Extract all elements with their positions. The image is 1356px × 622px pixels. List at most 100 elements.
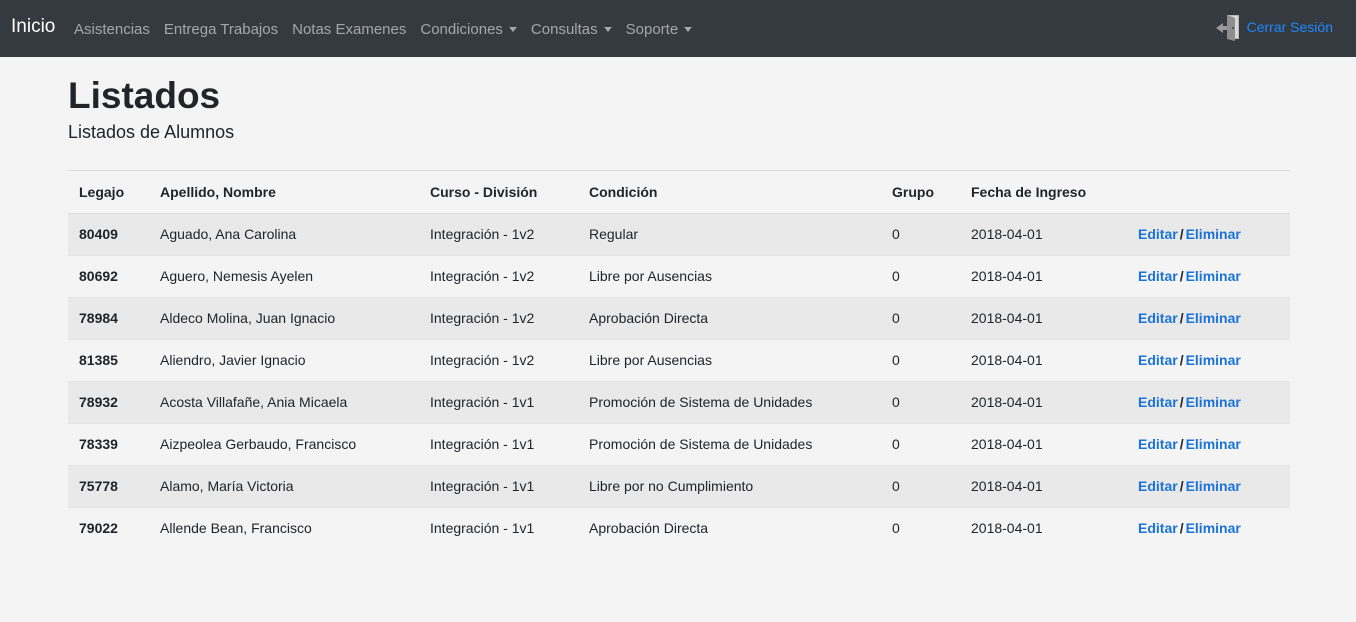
nav-item-label: Entrega Trabajos — [163, 20, 279, 38]
delete-link[interactable]: Eliminar — [1186, 268, 1241, 284]
cell-fecha-ingreso: 2018-04-01 — [960, 212, 1127, 255]
cell-curso-division: Integración - 1v2 — [419, 254, 578, 297]
header-condicion: Condición — [578, 171, 881, 214]
nav-item-entrega-trabajos[interactable]: Entrega Trabajos — [157, 21, 285, 38]
logout-label: Cerrar Sesión — [1246, 19, 1333, 35]
action-separator: / — [1179, 268, 1184, 284]
cell-condicion: Libre por no Cumplimiento — [578, 464, 881, 507]
nav-item-label: Notas Examenes — [292, 20, 407, 38]
edit-link[interactable]: Editar — [1138, 352, 1178, 368]
cell-curso-division: Integración - 1v1 — [419, 464, 578, 507]
action-separator: / — [1179, 478, 1184, 494]
caret-down-icon — [603, 26, 612, 32]
cell-grupo: 0 — [881, 422, 960, 465]
cell-actions: Editar / Eliminar — [1127, 338, 1290, 381]
cell-fecha-ingreso: 2018-04-01 — [960, 422, 1127, 465]
action-separator: / — [1179, 352, 1184, 368]
cell-apellido-nombre: Acosta Villafañe, Ania Micaela — [149, 380, 419, 423]
nav-item-asistencias[interactable]: Asistencias — [67, 21, 157, 38]
cell-condicion: Promoción de Sistema de Unidades — [578, 380, 881, 423]
cell-apellido-nombre: Aliendro, Javier Ignacio — [149, 338, 419, 381]
cell-actions: Editar / Eliminar — [1127, 464, 1290, 507]
delete-link[interactable]: Eliminar — [1186, 520, 1241, 536]
cell-actions: Editar / Eliminar — [1127, 422, 1290, 465]
action-separator: / — [1179, 520, 1184, 537]
action-separator: / — [1179, 436, 1184, 452]
cell-condicion: Regular — [578, 212, 881, 255]
table-row: 78984 Aldeco Molina, Juan Ignacio Integrac… — [68, 296, 1290, 339]
cell-curso-division: Integración - 1v1 — [419, 422, 578, 465]
nav-item-notas-examenes[interactable]: Notas Examenes — [285, 21, 413, 38]
action-separator: / — [1179, 226, 1184, 242]
cell-fecha-ingreso: 2018-04-01 — [960, 380, 1127, 423]
edit-link[interactable]: Editar — [1138, 478, 1178, 494]
header-fecha-ingreso: Fecha de Ingreso — [960, 171, 1127, 214]
nav-dropdown-consultas[interactable]: Consultas — [524, 21, 619, 38]
nav-menu: Asistencias Entrega Trabajos Notas Exame… — [67, 19, 699, 39]
edit-link[interactable]: Editar — [1138, 310, 1178, 326]
cell-curso-division: Integración - 1v2 — [419, 296, 578, 339]
logout-door-icon — [1215, 15, 1239, 41]
header-grupo: Grupo — [881, 171, 960, 214]
cell-grupo: 0 — [881, 212, 960, 255]
table-row: 80692 Aguero, Nemesis Ayelen Integración -… — [68, 254, 1290, 297]
nav-dropdown-condiciones[interactable]: Condiciones — [413, 21, 524, 38]
cell-actions: Editar / Eliminar — [1127, 380, 1290, 423]
delete-link[interactable]: Eliminar — [1186, 436, 1241, 452]
edit-link[interactable]: Editar — [1138, 520, 1178, 536]
cell-legajo: 78932 — [68, 380, 149, 423]
delete-link[interactable]: Eliminar — [1186, 352, 1241, 368]
cell-legajo: 80692 — [68, 254, 149, 297]
nav-item-label: Asistencias — [74, 20, 150, 38]
nav-item-label: Condiciones — [420, 20, 503, 38]
cell-actions: Editar / Eliminar — [1127, 254, 1290, 297]
delete-link[interactable]: Eliminar — [1186, 478, 1241, 494]
table-row: 80409 Aguado, Ana Carolina Integración - 1… — [68, 212, 1290, 255]
cell-apellido-nombre: Allende Bean, Francisco — [149, 506, 419, 549]
cell-actions: Editar / Eliminar — [1127, 296, 1290, 339]
cell-fecha-ingreso: 2018-04-01 — [960, 506, 1127, 549]
top-navbar: Inicio Asistencias Entrega Trabajos Nota… — [0, 0, 1356, 57]
nav-item-label: Consultas — [530, 20, 598, 38]
edit-link[interactable]: Editar — [1138, 226, 1178, 242]
cell-curso-division: Integración - 1v1 — [419, 380, 578, 423]
cell-fecha-ingreso: 2018-04-01 — [960, 254, 1127, 297]
cell-legajo: 78339 — [68, 422, 149, 465]
cell-curso-division: Integración - 1v2 — [419, 212, 578, 255]
cell-apellido-nombre: Aldeco Molina, Juan Ignacio — [149, 296, 419, 339]
cell-condicion: Libre por Ausencias — [578, 254, 881, 297]
cell-apellido-nombre: Aguado, Ana Carolina — [149, 212, 419, 255]
cell-condicion: Libre por Ausencias — [578, 338, 881, 381]
table-row: 78339 Aizpeolea Gerbaudo, Francisco Integr… — [68, 422, 1290, 465]
cell-grupo: 0 — [881, 506, 960, 549]
table-row: 78932 Acosta Villafañe, Ania Micaela Integ… — [68, 380, 1290, 423]
cell-grupo: 0 — [881, 296, 960, 339]
cell-condicion: Aprobación Directa — [578, 506, 881, 549]
cell-legajo: 79022 — [68, 506, 149, 549]
delete-link[interactable]: Eliminar — [1186, 310, 1241, 326]
cell-fecha-ingreso: 2018-04-01 — [960, 338, 1127, 381]
logout-link[interactable]: Cerrar Sesión — [1215, 13, 1333, 41]
header-actions — [1127, 171, 1290, 214]
cell-actions: Editar / Eliminar — [1127, 506, 1290, 549]
cell-condicion: Promoción de Sistema de Unidades — [578, 422, 881, 465]
edit-link[interactable]: Editar — [1138, 394, 1178, 410]
page-title: Listados — [68, 75, 221, 116]
header-curso-division: Curso - División — [419, 171, 578, 214]
cell-legajo: 75778 — [68, 464, 149, 507]
delete-link[interactable]: Eliminar — [1186, 394, 1241, 410]
cell-curso-division: Integración - 1v2 — [419, 338, 578, 381]
cell-curso-division: Integración - 1v1 — [419, 506, 578, 549]
cell-grupo: 0 — [881, 254, 960, 297]
table-row: 79022 Allende Bean, Francisco Integración … — [68, 506, 1290, 549]
delete-link[interactable]: Eliminar — [1186, 226, 1241, 242]
table-row: 75778 Alamo, María Victoria Integración - … — [68, 464, 1290, 507]
brand-link[interactable]: Inicio — [11, 16, 55, 38]
edit-link[interactable]: Editar — [1138, 436, 1178, 452]
table-row: 81385 Aliendro, Javier Ignacio Integración… — [68, 338, 1290, 381]
cell-apellido-nombre: Aguero, Nemesis Ayelen — [149, 254, 419, 297]
nav-item-label: Soporte — [625, 20, 679, 38]
header-legajo: Legajo — [68, 171, 149, 214]
nav-dropdown-soporte[interactable]: Soporte — [619, 21, 700, 38]
edit-link[interactable]: Editar — [1138, 268, 1178, 284]
